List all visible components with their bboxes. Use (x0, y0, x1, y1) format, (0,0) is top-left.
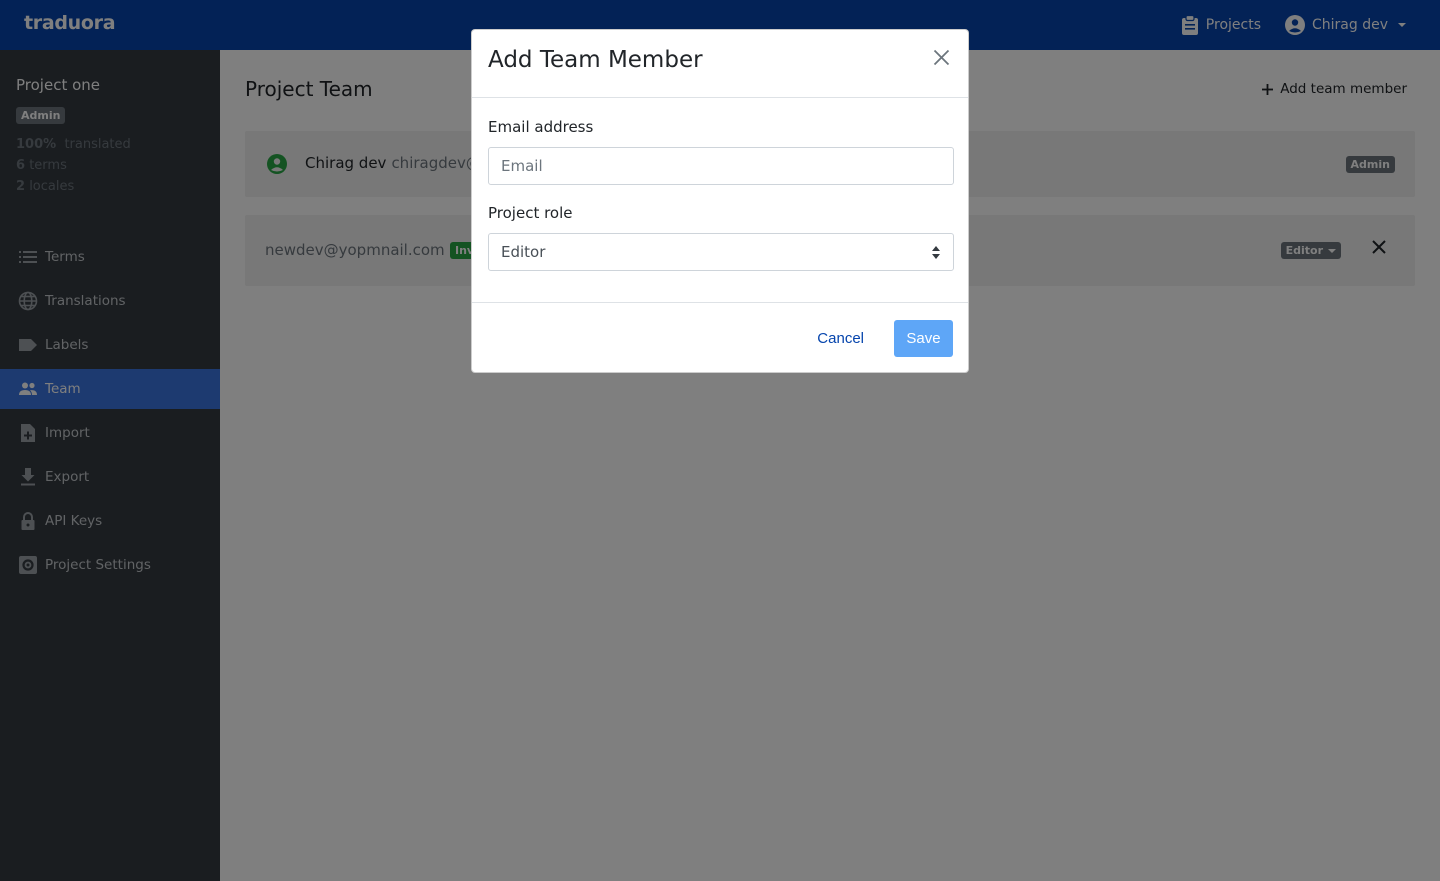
select-arrows-icon (932, 246, 940, 259)
close-icon[interactable] (933, 49, 950, 66)
project-role-select[interactable]: Editor (488, 233, 954, 271)
project-role-value: Editor (501, 243, 546, 261)
email-label: Email address (488, 118, 594, 136)
role-label: Project role (488, 204, 573, 222)
modal-title: Add Team Member (488, 47, 703, 73)
save-button[interactable]: Save (894, 320, 953, 357)
modal-footer: Cancel Save (472, 302, 968, 372)
email-field[interactable] (488, 147, 954, 185)
cancel-button[interactable]: Cancel (809, 320, 872, 357)
modal-header: Add Team Member (472, 30, 968, 98)
add-team-member-modal: Add Team Member Email address Project ro… (471, 29, 969, 373)
